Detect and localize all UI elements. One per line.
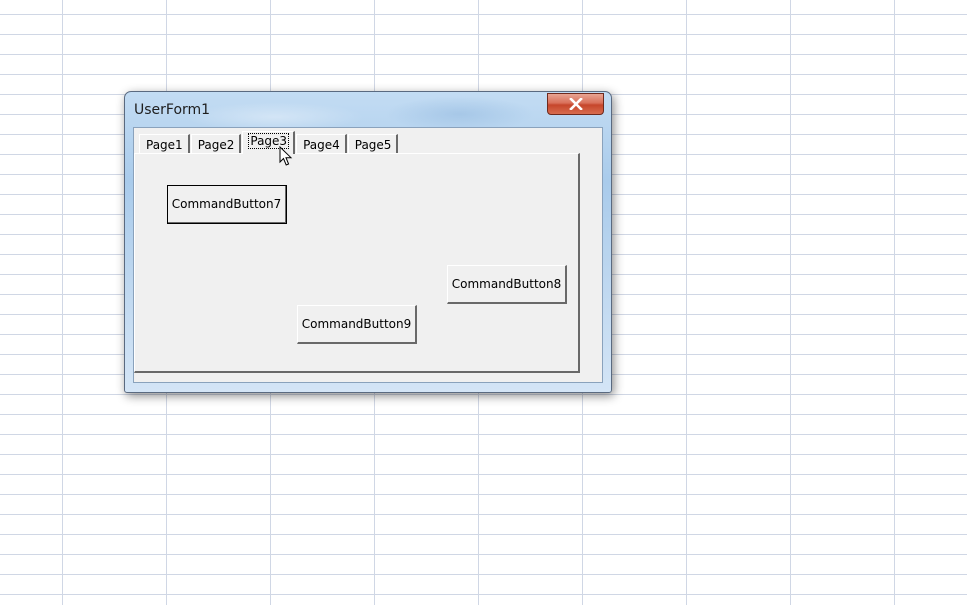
tab-label: Page1 [146, 138, 183, 152]
userform-window: UserForm1 Page1 Page2 Page3 Page4 Page5 … [124, 91, 612, 393]
tab-page5[interactable]: Page5 [347, 134, 399, 154]
tab-label: Page2 [197, 138, 235, 152]
tab-label: Page4 [303, 138, 340, 152]
close-button[interactable] [547, 93, 604, 115]
tab-page1[interactable]: Page1 [139, 134, 190, 154]
command-button-7[interactable]: CommandButton7 [167, 185, 287, 224]
multipage-tab-strip: Page1 Page2 Page3 Page4 Page5 [139, 131, 399, 154]
multipage-page3: CommandButton7 CommandButton8 CommandBut… [134, 153, 580, 373]
window-title: UserForm1 [134, 102, 211, 118]
command-button-8[interactable]: CommandButton8 [447, 265, 567, 304]
tab-label: Page5 [354, 138, 392, 152]
tab-page2[interactable]: Page2 [190, 134, 242, 154]
title-bar[interactable]: UserForm1 [125, 92, 611, 126]
tab-page4[interactable]: Page4 [296, 134, 347, 154]
mouse-pointer-icon [279, 145, 293, 171]
command-button-9[interactable]: CommandButton9 [297, 305, 417, 344]
close-icon [568, 98, 584, 110]
form-client-area: Page1 Page2 Page3 Page4 Page5 CommandBut… [133, 127, 603, 383]
